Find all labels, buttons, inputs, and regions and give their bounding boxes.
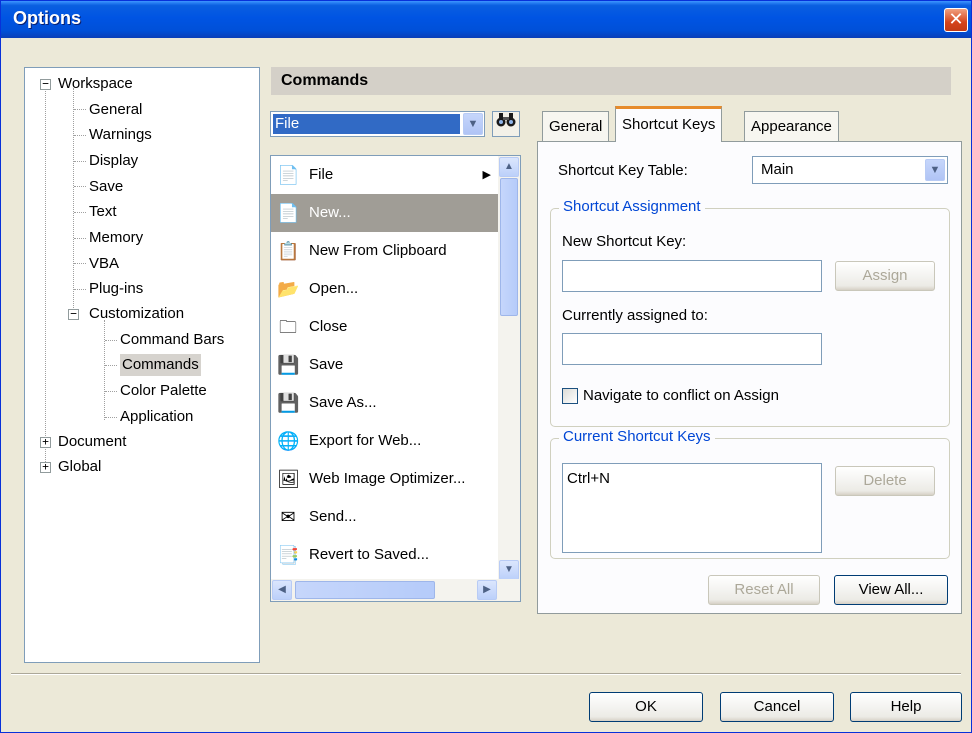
- group-title: Shortcut Assignment: [559, 198, 705, 215]
- shortcut-table-label: Shortcut Key Table:: [558, 162, 688, 179]
- options-dialog: Options ✕ − Workspace General Warnings D…: [0, 0, 972, 733]
- clipboard-icon: 📋: [277, 241, 300, 261]
- image-optimizer-icon: 🖼: [277, 469, 300, 489]
- list-item[interactable]: 🖼 Web Image Optimizer...: [271, 460, 499, 498]
- scroll-thumb[interactable]: [295, 581, 435, 599]
- collapse-icon[interactable]: −: [40, 78, 51, 90]
- section-header: Commands: [271, 67, 951, 95]
- expand-icon[interactable]: +: [40, 461, 51, 473]
- save-as-icon: 💾: [277, 393, 300, 413]
- list-item[interactable]: Ctrl+N: [567, 470, 610, 487]
- scroll-thumb[interactable]: [500, 178, 518, 316]
- shortcut-table-select[interactable]: Main ▼: [752, 156, 948, 184]
- scroll-up-icon[interactable]: ▲: [499, 157, 519, 177]
- list-item[interactable]: 🌐 Export for Web...: [271, 422, 499, 460]
- currently-assigned-field: [562, 333, 822, 365]
- chevron-down-icon[interactable]: ▼: [463, 113, 483, 135]
- new-file-icon: 📄: [277, 203, 300, 223]
- list-item[interactable]: 📂 Open...: [271, 270, 499, 308]
- collapse-icon[interactable]: −: [68, 308, 79, 320]
- divider: [11, 673, 961, 675]
- group-title: Current Shortcut Keys: [559, 428, 715, 445]
- category-value: File: [273, 114, 460, 134]
- navigate-conflict-label[interactable]: Navigate to conflict on Assign: [583, 387, 779, 404]
- tree-line: [104, 320, 105, 420]
- tree-line: [45, 88, 46, 468]
- chevron-down-icon[interactable]: ▼: [925, 159, 945, 181]
- view-all-button[interactable]: View All...: [834, 575, 948, 605]
- list-item[interactable]: ✉ Send...: [271, 498, 499, 536]
- new-shortcut-label: New Shortcut Key:: [562, 233, 687, 250]
- horizontal-scrollbar[interactable]: ◀ ▶: [271, 579, 520, 601]
- shortcut-keys-panel: Shortcut Key Table: Main ▼ Shortcut Assi…: [537, 141, 962, 614]
- expand-icon[interactable]: +: [40, 436, 51, 448]
- file-icon: 📄: [277, 165, 300, 185]
- command-list[interactable]: 📄 File ▶ 📄 New... 📋 New From Clipboard 📂…: [270, 155, 521, 602]
- revert-icon: 📑: [277, 545, 300, 565]
- list-item[interactable]: 📄 New...: [271, 194, 499, 232]
- list-item[interactable]: 🗀 Close: [271, 308, 499, 346]
- current-shortcut-keys-group: Current Shortcut Keys Ctrl+N Delete: [550, 428, 950, 559]
- tree-line: [73, 88, 74, 316]
- close-folder-icon: 🗀: [279, 317, 297, 337]
- close-button[interactable]: ✕: [944, 8, 968, 32]
- dialog-title: Options: [13, 8, 81, 28]
- new-shortcut-input[interactable]: [562, 260, 822, 292]
- list-item[interactable]: 📑 Revert to Saved...: [271, 536, 499, 574]
- submenu-arrow-icon: ▶: [482, 169, 491, 181]
- delete-button[interactable]: Delete: [835, 466, 935, 496]
- list-item[interactable]: 📄 File ▶: [271, 156, 499, 194]
- help-button[interactable]: Help: [850, 692, 962, 722]
- binoculars-icon-graphic: [496, 113, 516, 127]
- tab-appearance[interactable]: Appearance: [744, 111, 839, 141]
- current-shortcut-list[interactable]: Ctrl+N: [562, 463, 822, 553]
- assign-button[interactable]: Assign: [835, 261, 935, 291]
- cancel-button[interactable]: Cancel: [720, 692, 834, 722]
- options-tree[interactable]: − Workspace General Warnings Display Sav…: [24, 67, 260, 663]
- navigate-conflict-checkbox[interactable]: [562, 388, 578, 404]
- ok-button[interactable]: OK: [589, 692, 703, 722]
- send-icon: ✉: [280, 507, 296, 527]
- list-item[interactable]: 💾 Save: [271, 346, 499, 384]
- shortcut-assignment-group: Shortcut Assignment New Shortcut Key: As…: [550, 198, 950, 427]
- export-web-icon: 🌐: [277, 431, 300, 451]
- currently-assigned-label: Currently assigned to:: [562, 307, 708, 324]
- binoculars-icon[interactable]: [492, 111, 520, 137]
- scroll-right-icon[interactable]: ▶: [477, 580, 497, 600]
- scroll-left-icon[interactable]: ◀: [272, 580, 292, 600]
- open-folder-icon: 📂: [277, 279, 300, 299]
- title-bar[interactable]: Options ✕: [1, 1, 971, 38]
- tab-general[interactable]: General: [542, 111, 610, 141]
- tab-shortcut-keys[interactable]: Shortcut Keys: [615, 106, 723, 142]
- vertical-scrollbar[interactable]: ▲ ▼: [498, 156, 520, 581]
- save-icon: 💾: [277, 355, 300, 375]
- command-category-select[interactable]: File ▼: [270, 111, 485, 137]
- scroll-down-icon[interactable]: ▼: [499, 560, 519, 580]
- reset-all-button[interactable]: Reset All: [708, 575, 820, 605]
- list-item[interactable]: 📋 New From Clipboard: [271, 232, 499, 270]
- list-item[interactable]: 💾 Save As...: [271, 384, 499, 422]
